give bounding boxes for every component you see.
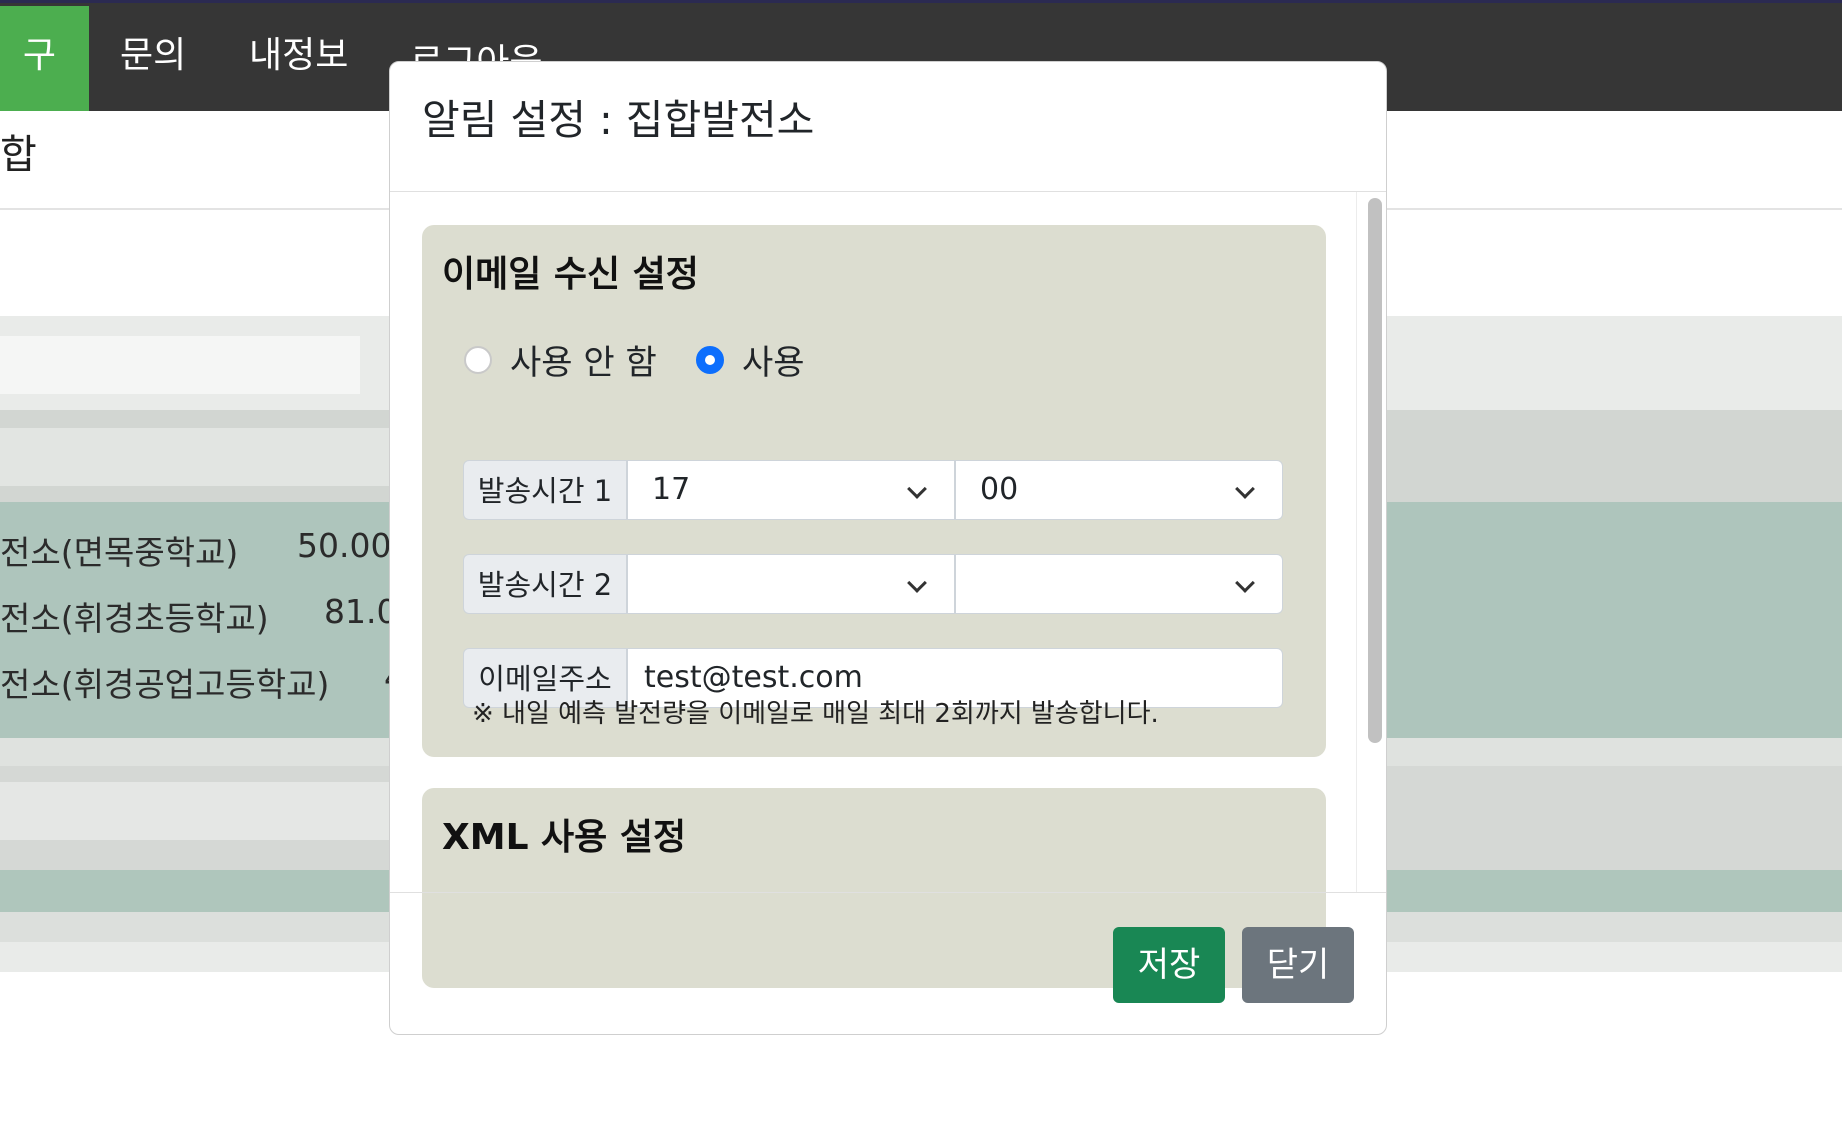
table-row[interactable]: 전소(휘경공업고등학교) 4	[0, 658, 405, 706]
radio-option-enabled[interactable]: 사용	[696, 335, 805, 384]
email-settings-card: 이메일 수신 설정 사용 안 함 사용 발송시간 1 17 00 발송시간 2	[422, 225, 1326, 757]
radio-off-label: 사용 안 함	[510, 343, 657, 383]
send-time-1-minute-select[interactable]: 00	[955, 460, 1283, 520]
send-time-2-group: 발송시간 2	[463, 554, 1283, 614]
chevron-down-icon	[907, 573, 927, 593]
table-header-cell	[0, 428, 400, 486]
scrollbar-thumb[interactable]	[1368, 198, 1382, 743]
radio-off[interactable]	[464, 345, 492, 374]
send-time-1-hour-select[interactable]: 17	[627, 460, 955, 520]
close-button[interactable]: 닫기	[1242, 927, 1354, 1003]
alert-settings-modal: 알림 설정 : 집합발전소 이메일 수신 설정 사용 안 함 사용 발송시간 1…	[389, 61, 1387, 1035]
send-time-2-hour-select[interactable]	[627, 554, 955, 614]
radio-on-label: 사용	[742, 343, 805, 383]
table-row[interactable]: 전소(휘경초등학교) 81.0(	[0, 592, 410, 640]
chevron-down-icon	[1235, 573, 1255, 593]
plant-name: 전소(휘경공업고등학교)	[0, 665, 330, 704]
chevron-down-icon	[1235, 479, 1255, 499]
plant-name: 전소(면목중학교)	[0, 533, 239, 572]
modal-header: 알림 설정 : 집합발전소	[390, 62, 1386, 192]
email-note: ※ 내일 예측 발전량을 이메일로 매일 최대 2회까지 발송합니다.	[472, 699, 1159, 729]
xml-settings-title: XML 사용 설정	[442, 817, 687, 858]
radio-on[interactable]	[696, 345, 724, 374]
send-time-1-label: 발송시간 1	[463, 460, 627, 520]
nav-item-config[interactable]: 구성	[0, 6, 89, 176]
email-settings-title: 이메일 수신 설정	[442, 254, 699, 295]
save-button[interactable]: 저장	[1113, 927, 1225, 1003]
send-time-1-group: 발송시간 1 17 00	[463, 460, 1283, 520]
nav-item-my-info[interactable]: 내정보	[249, 6, 348, 111]
send-time-1-hour-value: 17	[652, 472, 691, 507]
secondary-input[interactable]	[0, 782, 400, 840]
send-time-2-minute-select[interactable]	[955, 554, 1283, 614]
modal-footer: 저장 닫기	[390, 892, 1386, 1034]
radio-option-disabled[interactable]: 사용 안 함	[464, 335, 657, 384]
filter-input[interactable]	[0, 336, 360, 394]
modal-scrollbar[interactable]	[1356, 192, 1386, 892]
nav-item-inquiry[interactable]: 문의	[120, 6, 186, 111]
send-time-2-label: 발송시간 2	[463, 554, 627, 614]
table-row[interactable]: 전소(면목중학교) 50.00	[0, 526, 391, 574]
plant-name: 전소(휘경초등학교)	[0, 599, 269, 638]
page-title: 합	[0, 132, 37, 178]
modal-title: 알림 설정 : 집합발전소	[422, 96, 815, 144]
chevron-down-icon	[907, 479, 927, 499]
send-time-1-minute-value: 00	[980, 472, 1019, 507]
plant-value: 50.00	[297, 526, 392, 565]
